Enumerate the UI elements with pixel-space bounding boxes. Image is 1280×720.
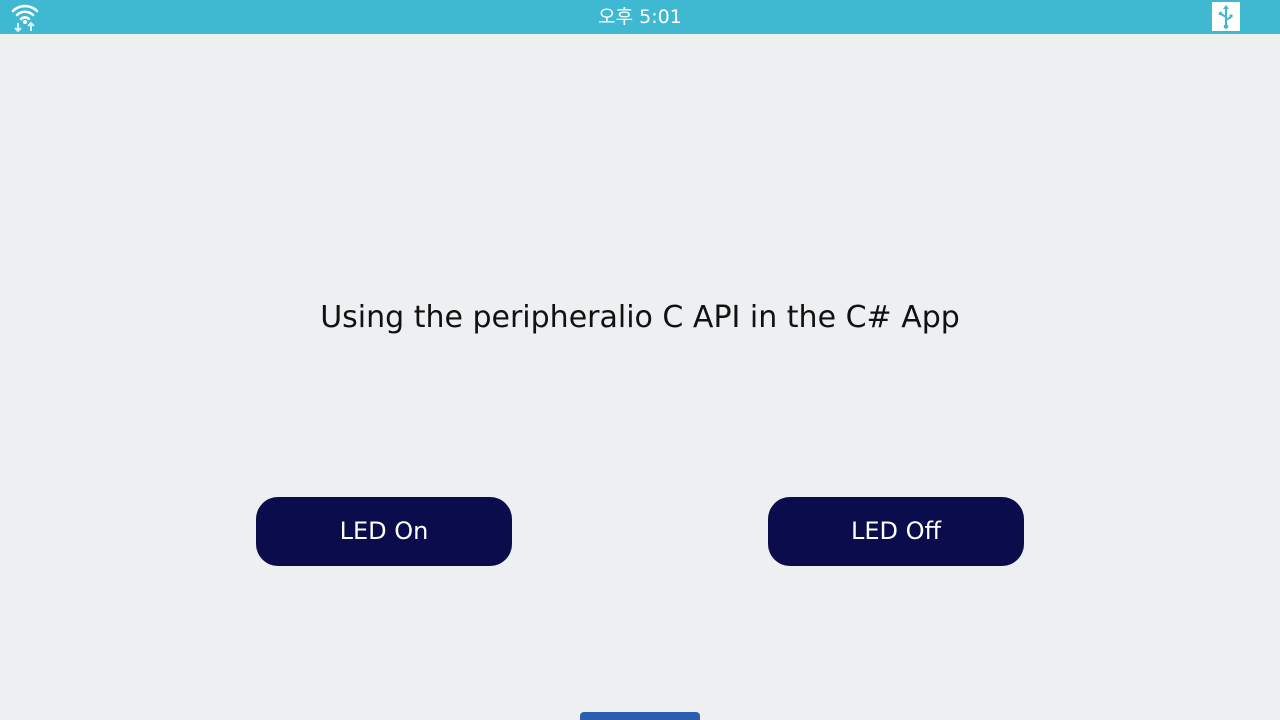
status-time: 오후 5:01 [598,6,682,28]
status-bar: 오후 5:01 [0,0,1280,34]
home-handle[interactable] [580,712,700,720]
page-title: Using the peripheralio C API in the C# A… [320,300,960,335]
usb-icon [1212,2,1240,31]
led-on-button[interactable]: LED On [256,497,512,566]
led-off-button[interactable]: LED Off [768,497,1024,566]
